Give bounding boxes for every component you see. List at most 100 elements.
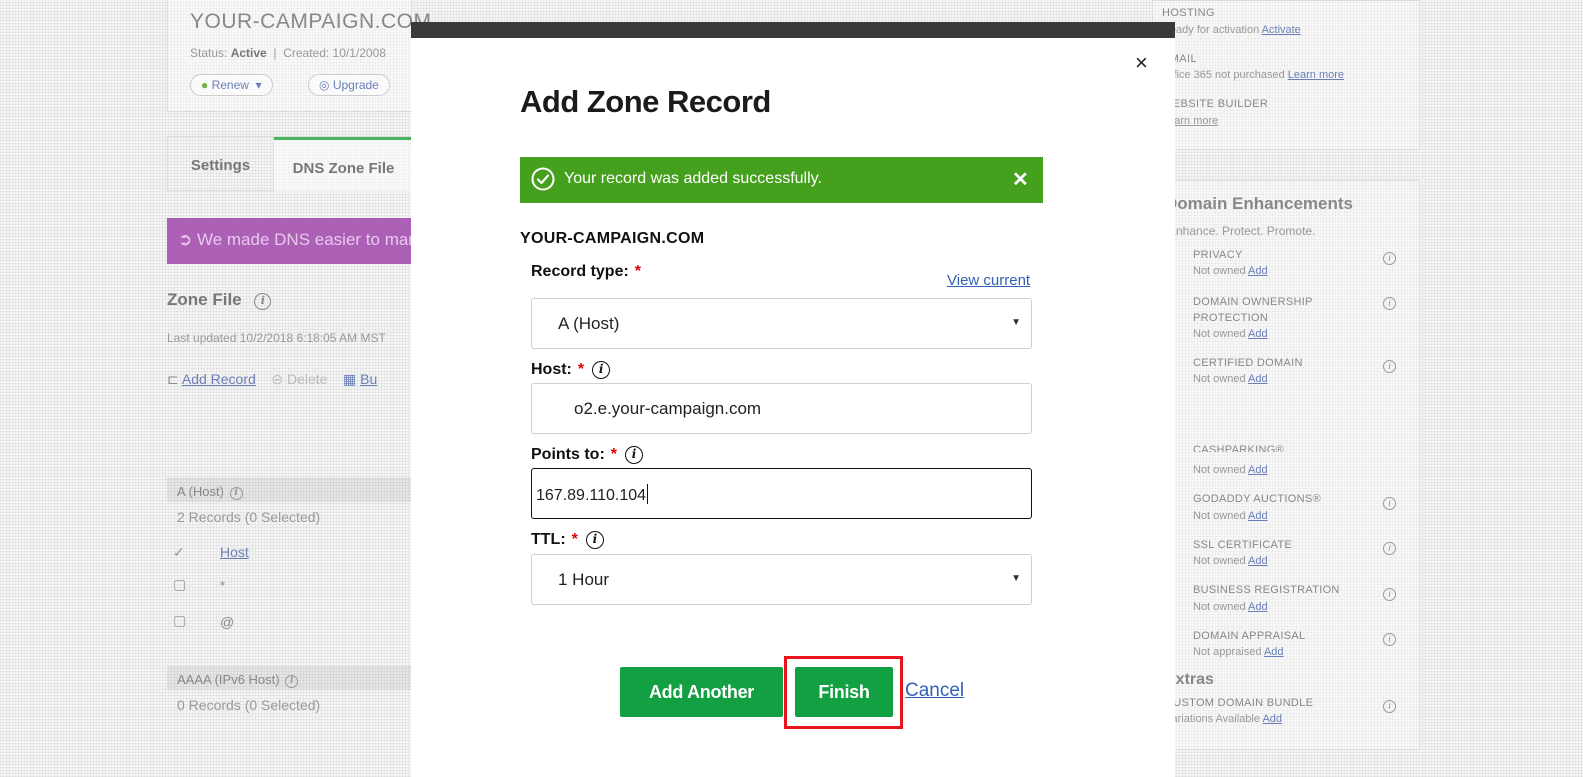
add-another-button[interactable]: Add Another	[620, 667, 783, 717]
info-icon[interactable]: i	[585, 531, 604, 549]
required-marker: *	[634, 263, 642, 280]
required-marker: *	[610, 446, 617, 463]
add-link[interactable]: Add	[1248, 555, 1268, 567]
points-to-input[interactable]: 167.89.110.104	[531, 468, 1032, 519]
info-icon[interactable]: i	[1383, 252, 1396, 265]
enhancement-name: BUSINESS REGISTRATION	[1193, 584, 1340, 596]
ttl-value: 1 Hour	[558, 570, 610, 589]
add-link[interactable]: Add	[1248, 328, 1268, 340]
bulk-action[interactable]: Bu	[360, 371, 377, 387]
info-icon[interactable]: i	[1383, 633, 1396, 646]
record-type-select[interactable]: A (Host) ▼	[531, 298, 1032, 349]
host-label: Host: * i	[531, 361, 611, 379]
table-row: *	[220, 578, 226, 593]
enhancement-name: CERTIFIED DOMAIN	[1193, 357, 1303, 369]
domain-tabs: Settings DNS Zone File	[167, 136, 413, 192]
enhancement-name: DOMAIN OWNERSHIP PROTECTION	[1193, 296, 1313, 324]
enhancement-status: Not owned Add	[1193, 510, 1268, 522]
hosting-status: Ready for activation Activate	[1162, 24, 1301, 36]
zone-file-title: Zone File i	[167, 290, 272, 310]
finish-button[interactable]: Finish	[795, 667, 893, 717]
info-icon: i	[285, 675, 299, 688]
enhancement-name: CASHPARKING®	[1193, 444, 1284, 452]
view-current-link[interactable]: View current	[947, 272, 1030, 289]
modal-title: Add Zone Record	[520, 84, 771, 119]
renew-button[interactable]: ● Renew ▾	[190, 74, 273, 96]
info-icon[interactable]: i	[1383, 297, 1396, 310]
delete-action[interactable]: Delete	[287, 371, 327, 387]
domain-status: Status: Active | Created: 10/1/2008	[190, 46, 386, 60]
record-type-value: A (Host)	[558, 314, 620, 333]
enhancement-name: SSL CERTIFICATE	[1193, 539, 1293, 551]
dns-banner-text: ➲ We made DNS easier to manage	[178, 230, 447, 249]
enhancement-status: Not owned Add	[1193, 328, 1268, 340]
extra-name: CUSTOM DOMAIN BUNDLE	[1165, 697, 1314, 709]
row-checkbox[interactable]: ▢	[173, 612, 186, 629]
add-link[interactable]: Add	[1262, 713, 1282, 725]
modal-top-bar	[411, 22, 1175, 38]
activate-link[interactable]: Activate	[1262, 24, 1301, 36]
zone-actions: ⊏ Add Record ⊝ Delete ▦ Bu	[167, 371, 377, 388]
alert-close-icon[interactable]: ✕	[1012, 167, 1029, 192]
aaaa-host-record-count: 0 Records (0 Selected)	[177, 697, 321, 713]
add-link[interactable]: Add	[1264, 646, 1284, 658]
close-icon[interactable]: ×	[1135, 52, 1148, 74]
host-column-header[interactable]: Host	[220, 544, 249, 560]
required-marker: *	[571, 531, 578, 548]
tab-settings[interactable]: Settings	[168, 137, 274, 192]
chevron-down-icon: ▾	[255, 78, 262, 92]
info-icon: i	[254, 293, 272, 310]
info-icon[interactable]: i	[1383, 497, 1396, 510]
domain-enhancements-title: Domain Enhancements	[1165, 194, 1353, 213]
alert-message: Your record was added successfully.	[564, 170, 822, 187]
info-icon[interactable]: i	[1383, 360, 1396, 373]
renew-icon: ●	[201, 78, 209, 92]
enhancement-status: Not owned Add	[1193, 373, 1268, 385]
enhancement-name: PRIVACY	[1193, 249, 1243, 261]
host-value: o2.e.your-campaign.com	[574, 399, 762, 418]
enhancement-name: GODADDY AUCTIONS®	[1193, 493, 1321, 505]
add-link[interactable]: Add	[1248, 464, 1268, 476]
enhancement-status: Not owned Add	[1193, 464, 1268, 476]
delete-icon: ⊝	[271, 371, 284, 387]
info-icon[interactable]: i	[1383, 700, 1396, 713]
select-all-checkbox[interactable]: ✓	[173, 544, 185, 561]
add-record-link[interactable]: Add Record	[182, 371, 256, 387]
enhancement-status: Not owned Add	[1193, 601, 1268, 613]
chevron-down-icon: ▼	[1011, 573, 1021, 584]
cancel-link[interactable]: Cancel	[905, 680, 964, 702]
ttl-select[interactable]: 1 Hour ▼	[531, 554, 1032, 605]
extra-status: Variations Available Add	[1165, 713, 1283, 725]
enhancement-status: Not appraised Add	[1193, 646, 1284, 658]
add-link[interactable]: Add	[1248, 510, 1268, 522]
enhancement-name: DOMAIN APPRAISAL	[1193, 630, 1306, 642]
upgrade-button[interactable]: ◎ Upgrade	[308, 74, 390, 96]
row-checkbox[interactable]: ▢	[173, 576, 186, 593]
tab-dns-zone-file[interactable]: DNS Zone File	[274, 137, 413, 192]
check-circle-icon	[531, 167, 555, 191]
enhancement-status: Not owned Add	[1193, 555, 1268, 567]
a-host-record-count: 2 Records (0 Selected)	[177, 509, 321, 525]
host-input[interactable]: o2.e.your-campaign.com	[531, 383, 1032, 434]
points-to-label: Points to: * i	[531, 446, 643, 464]
aaaa-host-section-header: AAAA (IPv6 Host) i	[167, 666, 412, 690]
enhancements-tagline: Enhance. Protect. Promote.	[1168, 224, 1316, 238]
info-icon[interactable]: i	[625, 446, 643, 464]
add-link[interactable]: Add	[1248, 373, 1268, 385]
a-host-section-header: A (Host) i	[167, 478, 412, 502]
add-record-icon: ⊏	[167, 371, 179, 387]
points-to-value: 167.89.110.104	[536, 484, 649, 505]
website-builder-label: WEBSITE BUILDER	[1162, 98, 1269, 110]
add-link[interactable]: Add	[1248, 601, 1268, 613]
table-row: @	[220, 614, 235, 630]
last-updated: Last updated 10/2/2018 6:18:05 AM MST	[167, 331, 386, 345]
domain-title: YOUR-CAMPAIGN.COM	[190, 10, 432, 33]
email-learn-more-link[interactable]: Learn more	[1288, 69, 1344, 81]
info-icon[interactable]: i	[1383, 542, 1396, 555]
text-cursor	[647, 484, 649, 504]
hosting-label: HOSTING	[1162, 7, 1215, 19]
add-link[interactable]: Add	[1248, 265, 1268, 277]
record-type-label: Record type: *	[531, 263, 642, 280]
info-icon[interactable]: i	[592, 361, 611, 379]
info-icon[interactable]: i	[1383, 588, 1396, 601]
